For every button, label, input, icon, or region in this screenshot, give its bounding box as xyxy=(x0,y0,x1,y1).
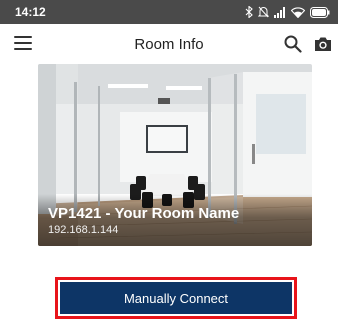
bluetooth-icon xyxy=(245,6,253,18)
search-icon[interactable] xyxy=(284,35,302,53)
status-bar: 14:12 xyxy=(0,0,338,24)
room-name: VP1421 - Your Room Name xyxy=(48,205,240,222)
app-header: Room Info xyxy=(0,24,338,64)
mute-icon xyxy=(258,6,269,18)
signal-icon xyxy=(274,6,285,18)
camera-icon[interactable] xyxy=(314,36,332,52)
manually-connect-button[interactable]: Manually Connect xyxy=(60,282,292,314)
app-screen: 14:12 Room Info VP1421 - Your Room Name … xyxy=(0,0,338,319)
wifi-icon xyxy=(291,6,305,18)
status-time: 14:12 xyxy=(15,5,46,19)
status-icons xyxy=(245,5,330,19)
battery-icon xyxy=(310,6,330,18)
room-ip-address: 192.168.1.144 xyxy=(48,224,119,236)
room-card[interactable]: VP1421 - Your Room Name 192.168.1.144 xyxy=(38,64,312,246)
